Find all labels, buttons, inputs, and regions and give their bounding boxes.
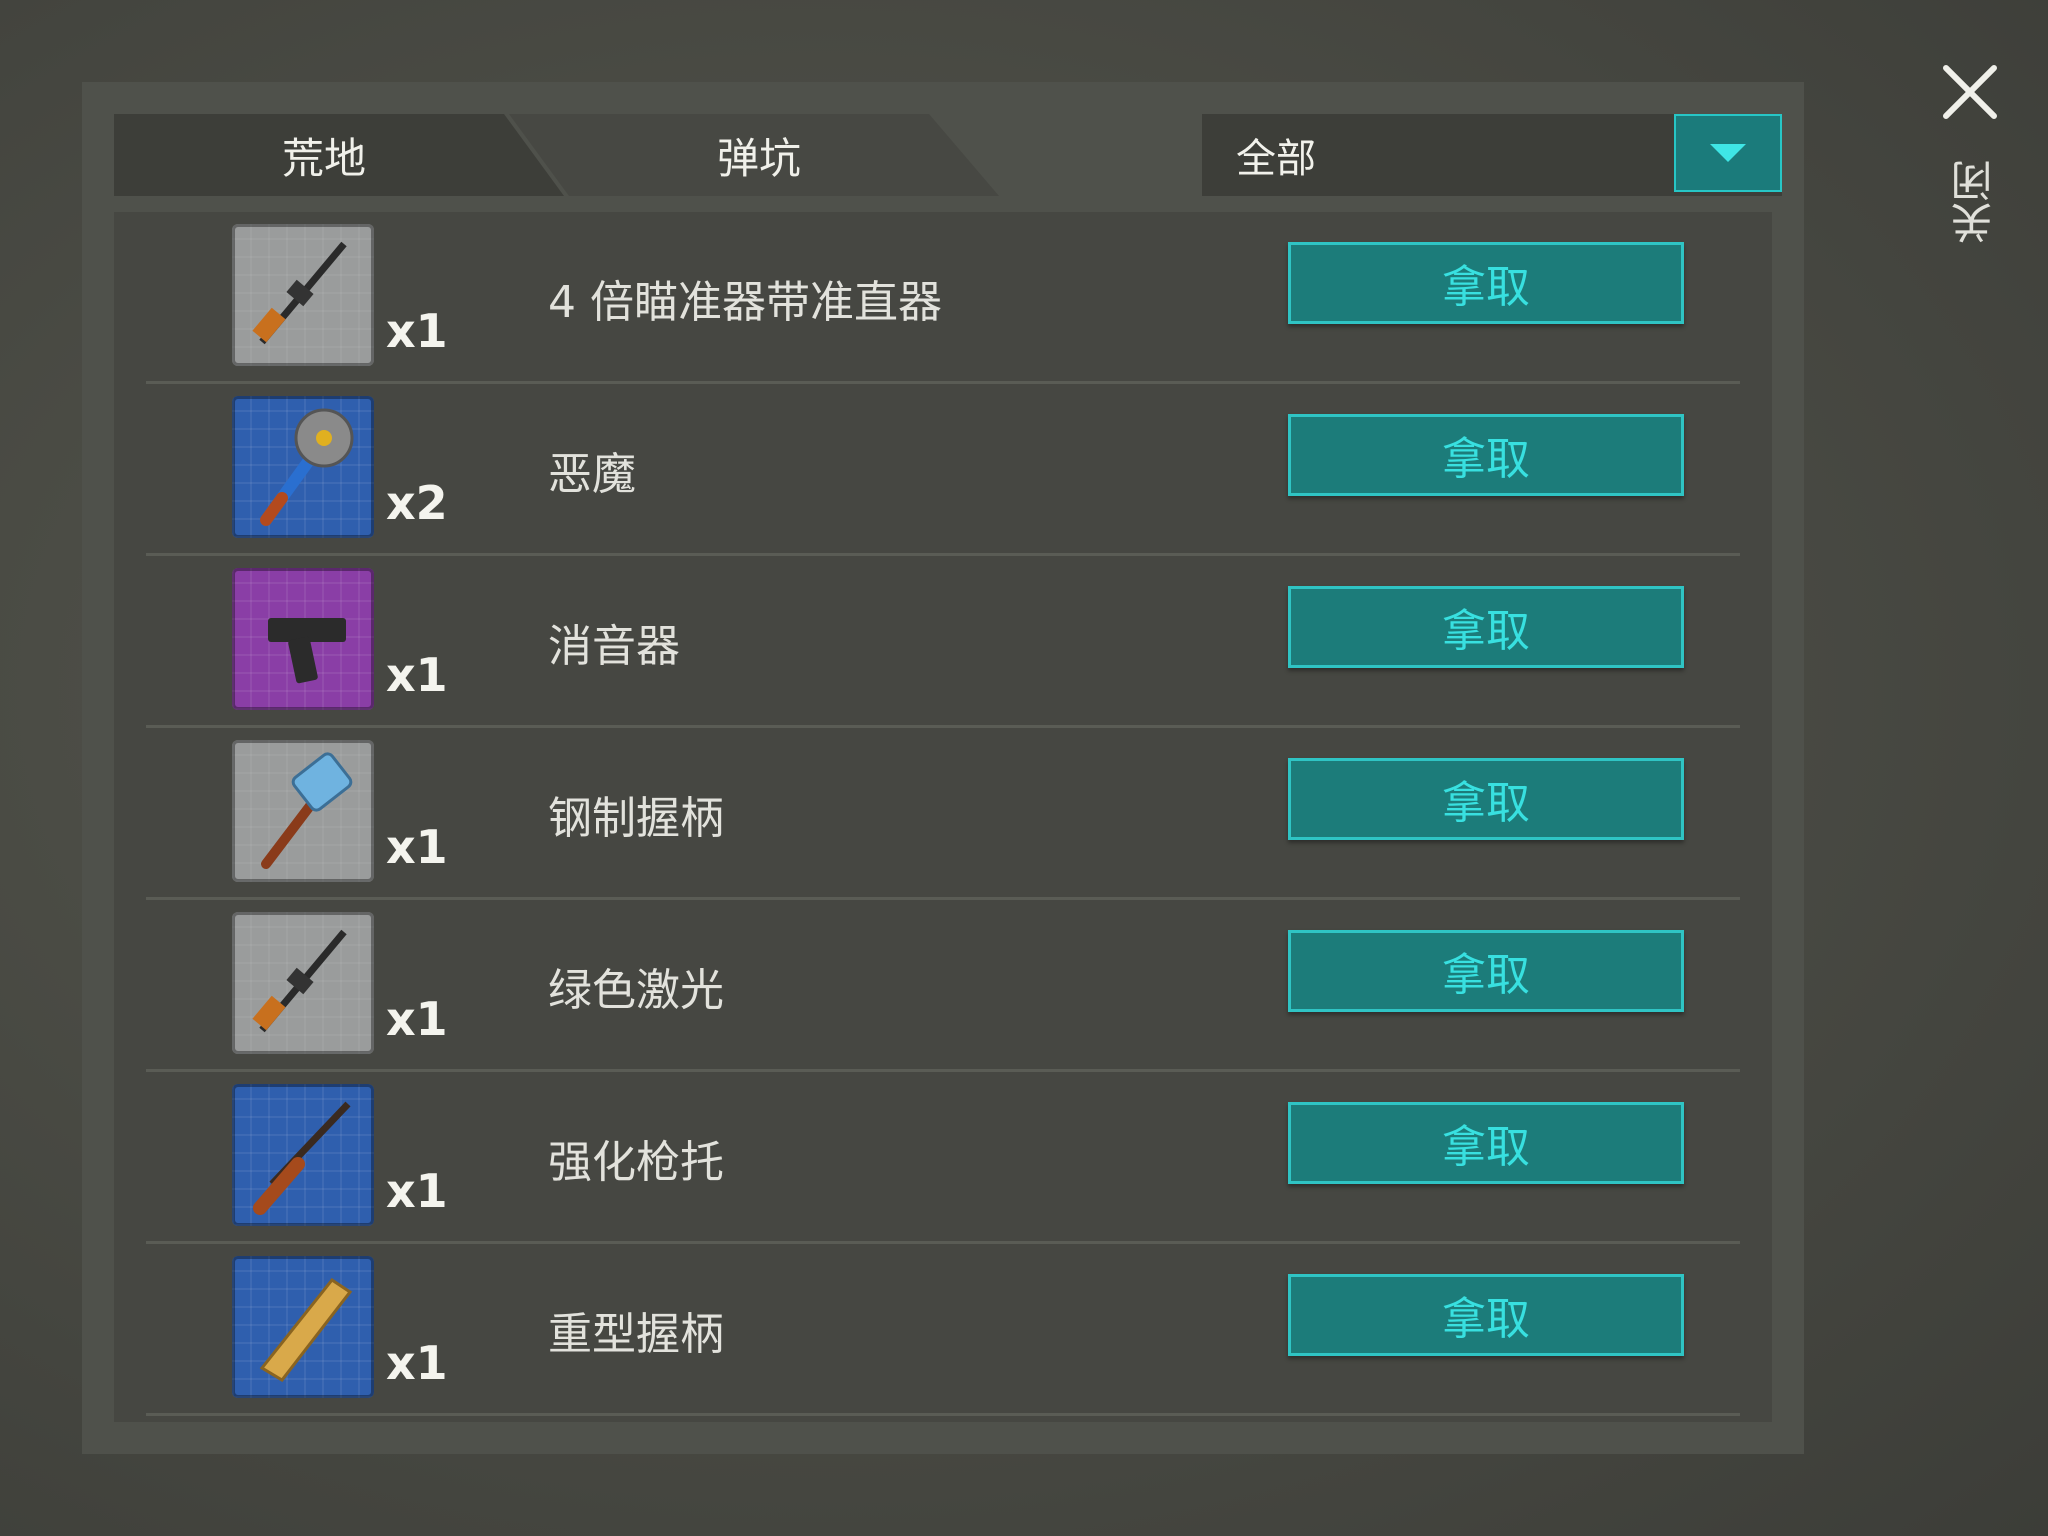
close-label[interactable]: 关闭 <box>1944 160 2005 244</box>
take-button[interactable]: 拿取 <box>1288 1274 1684 1356</box>
tab-crater-label: 弹坑 <box>716 133 801 183</box>
loot-panel: 荒地 弹坑 全部 x1 4 倍瞄准器带准直器 拿取 x2 恶魔 拿取 x1 消音… <box>82 82 1804 1454</box>
list-item: x2 恶魔 拿取 <box>146 384 1740 556</box>
rifle-blueprint-icon <box>232 912 374 1054</box>
item-name: 钢制握柄 <box>548 793 724 844</box>
list-item: x1 钢制握柄 拿取 <box>146 728 1740 900</box>
item-list[interactable]: x1 4 倍瞄准器带准直器 拿取 x2 恶魔 拿取 x1 消音器 拿取 x1 钢… <box>114 212 1772 1422</box>
item-quantity: x1 <box>386 1164 448 1218</box>
item-name: 4 倍瞄准器带准直器 <box>548 277 942 328</box>
tab-wasteland-label: 荒地 <box>281 133 366 183</box>
take-button[interactable]: 拿取 <box>1288 1102 1684 1184</box>
take-button[interactable]: 拿取 <box>1288 414 1684 496</box>
filter-dropdown[interactable]: 全部 <box>1202 114 1782 196</box>
list-item: x1 强化枪托 拿取 <box>146 1072 1740 1244</box>
wooden-plank-blueprint-icon <box>232 1256 374 1398</box>
pistol-blueprint-icon <box>232 568 374 710</box>
sawblade-mace-blueprint-icon <box>232 396 374 538</box>
list-item: x1 4 倍瞄准器带准直器 拿取 <box>146 212 1740 384</box>
row-divider <box>146 1413 1740 1416</box>
item-quantity: x2 <box>386 476 448 530</box>
list-item: x1 重型握柄 拿取 <box>146 1244 1740 1416</box>
dropdown-toggle-button[interactable] <box>1674 114 1782 192</box>
item-name: 恶魔 <box>548 449 636 500</box>
item-quantity: x1 <box>386 1336 448 1390</box>
tab-crater[interactable]: 弹坑 <box>509 114 999 196</box>
rifle-blueprint-icon <box>232 224 374 366</box>
filter-selected-value: 全部 <box>1236 136 1316 182</box>
item-name: 绿色激光 <box>548 965 724 1016</box>
item-quantity: x1 <box>386 648 448 702</box>
item-name: 消音器 <box>548 621 680 672</box>
take-button[interactable]: 拿取 <box>1288 758 1684 840</box>
tab-wasteland[interactable]: 荒地 <box>114 114 564 196</box>
tab-bar: 荒地 弹坑 <box>114 114 1114 196</box>
take-button[interactable]: 拿取 <box>1288 586 1684 668</box>
list-item: x1 消音器 拿取 <box>146 556 1740 728</box>
list-item: x1 绿色激光 拿取 <box>146 900 1740 1072</box>
item-quantity: x1 <box>386 304 448 358</box>
item-quantity: x1 <box>386 820 448 874</box>
take-button[interactable]: 拿取 <box>1288 242 1684 324</box>
hammer-blueprint-icon <box>232 740 374 882</box>
item-name: 强化枪托 <box>548 1137 724 1188</box>
chevron-down-icon <box>1710 144 1746 162</box>
item-name: 重型握柄 <box>548 1309 724 1360</box>
shotgun-blueprint-icon <box>232 1084 374 1226</box>
item-quantity: x1 <box>386 992 448 1046</box>
take-button[interactable]: 拿取 <box>1288 930 1684 1012</box>
close-icon[interactable] <box>1940 62 2000 122</box>
